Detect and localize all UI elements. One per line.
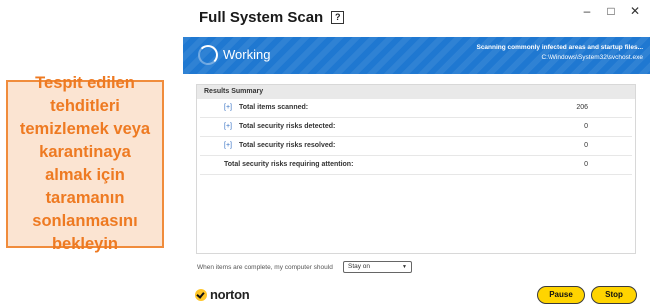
row-label: Total items scanned: <box>239 104 309 111</box>
help-icon[interactable]: ? <box>331 11 345 24</box>
row-label: Total security risks requiring attention… <box>224 161 354 168</box>
scan-activity-text: Scanning commonly infected areas and sta… <box>476 44 643 51</box>
results-row-risks-detected: [+] Total security risks detected: 0 <box>200 118 632 137</box>
minimize-icon[interactable]: – <box>582 4 592 18</box>
callout-text: Tespit edilen tehditleri temizlemek veya… <box>19 74 151 253</box>
pause-button[interactable]: Pause <box>537 286 585 304</box>
results-summary-panel: Results Summary [+] Total items scanned:… <box>196 84 636 254</box>
results-row-risks-resolved: [+] Total security risks resolved: 0 <box>200 137 632 156</box>
close-icon[interactable]: ✕ <box>630 4 640 18</box>
completion-action-select[interactable]: Stay on ▼ <box>343 261 412 273</box>
completion-action-value: Stay on <box>348 263 371 270</box>
results-row-risks-attention: Total security risks requiring attention… <box>200 156 632 175</box>
results-summary-header: Results Summary <box>197 85 635 99</box>
row-label: Total security risks detected: <box>239 123 336 130</box>
expand-toggle[interactable]: [+] <box>224 118 232 136</box>
scan-status: Working <box>223 47 271 62</box>
scan-progress-message: Scanning commonly infected areas and sta… <box>476 43 643 63</box>
row-value: 0 <box>584 142 588 149</box>
expand-toggle[interactable]: [+] <box>224 99 232 117</box>
row-label: Total security risks resolved: <box>239 142 336 149</box>
instruction-callout: Tespit edilen tehditleri temizlemek veya… <box>6 74 164 253</box>
row-value: 0 <box>584 123 588 130</box>
page-title-text: Full System Scan <box>199 9 324 26</box>
completion-action-label: When items are complete, my computer sho… <box>197 264 333 271</box>
scan-window: – □ ✕ Full System Scan ? Working Scannin… <box>180 0 650 306</box>
stop-button[interactable]: Stop <box>591 286 637 304</box>
page-title: Full System Scan ? <box>199 9 345 26</box>
checkmark-logo-icon <box>195 288 207 301</box>
norton-logo: norton <box>195 287 250 302</box>
scan-current-path: C:\Windows\System32\svchost.exe <box>541 54 643 61</box>
row-value: 206 <box>576 104 588 111</box>
scan-status-banner: Working Scanning commonly infected areas… <box>183 37 650 74</box>
row-value: 0 <box>584 161 588 168</box>
chevron-down-icon: ▼ <box>402 264 407 270</box>
spinner-icon <box>198 45 218 65</box>
window-controls: – □ ✕ <box>582 4 640 18</box>
brand-name: norton <box>210 287 250 302</box>
results-row-items-scanned: [+] Total items scanned: 206 <box>200 99 632 118</box>
maximize-icon[interactable]: □ <box>606 4 616 18</box>
expand-toggle[interactable]: [+] <box>224 137 232 155</box>
